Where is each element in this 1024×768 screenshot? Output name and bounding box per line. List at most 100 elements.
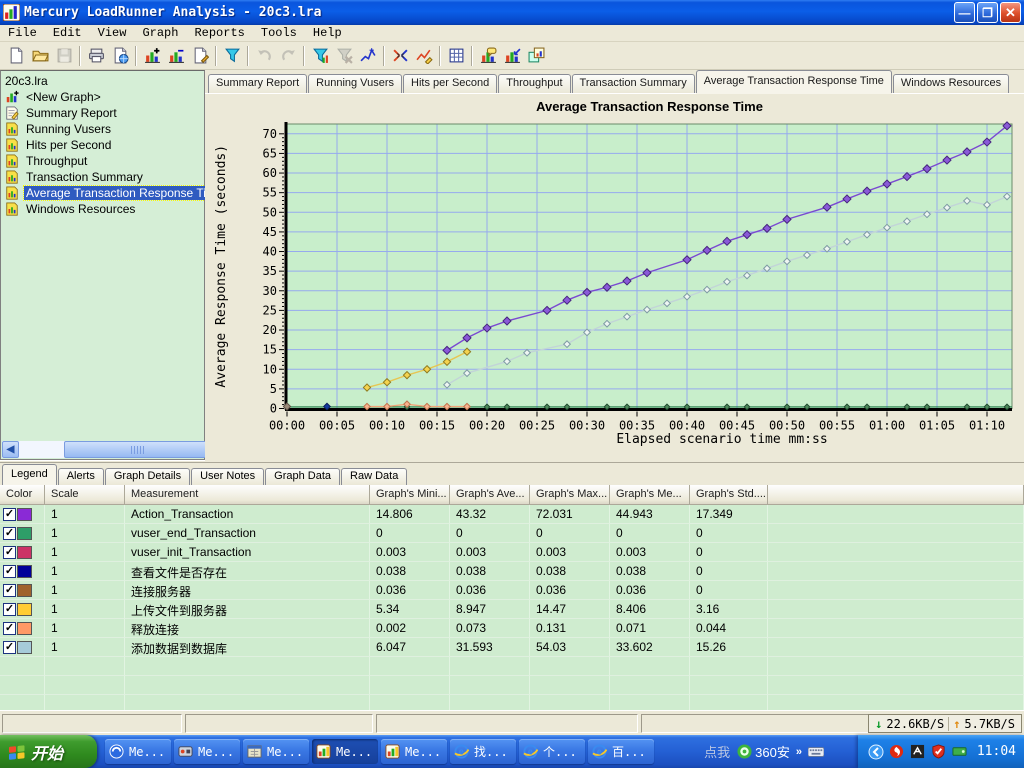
column-header-1[interactable]: Scale xyxy=(45,485,125,505)
legend-row-3[interactable]: ✓1查看文件是否存在0.0380.0380.0380.0380 xyxy=(0,562,1024,581)
empty-cell xyxy=(370,676,450,695)
menu-tools[interactable]: Tools xyxy=(253,25,305,41)
measurement-checkbox[interactable]: ✓ xyxy=(3,527,16,540)
legend-tab-raw-data[interactable]: Raw Data xyxy=(341,468,407,485)
taskbar-button-7[interactable]: e百... xyxy=(588,739,654,764)
legend-tab-legend[interactable]: Legend xyxy=(2,464,57,485)
tree-item-average-transaction-response-time[interactable]: Average Transaction Response Time xyxy=(3,185,204,201)
legend-tab-alerts[interactable]: Alerts xyxy=(58,468,104,485)
tree-item-hits-per-second[interactable]: Hits per Second xyxy=(3,137,204,153)
tree-item--new-graph-[interactable]: <New Graph> xyxy=(3,89,204,105)
start-button[interactable]: 开始 xyxy=(0,735,97,768)
taskbar-button-4[interactable]: Me... xyxy=(381,739,447,764)
column-header-5[interactable]: Graph's Max... xyxy=(530,485,610,505)
column-header-0[interactable]: Color xyxy=(0,485,45,505)
hide-icons-chevron-icon[interactable] xyxy=(868,744,884,760)
minimize-button[interactable]: — xyxy=(954,2,975,23)
measurement-checkbox[interactable]: ✓ xyxy=(3,565,16,578)
add-graph-icon[interactable] xyxy=(140,44,164,68)
measurement-checkbox[interactable]: ✓ xyxy=(3,622,16,635)
tree-root-session[interactable]: 20c3.lra xyxy=(3,73,204,89)
delete-graph-icon[interactable] xyxy=(164,44,188,68)
report-properties-icon[interactable] xyxy=(188,44,212,68)
360-safety-item[interactable]: 360安 xyxy=(736,742,790,761)
measurement-checkbox[interactable]: ✓ xyxy=(3,508,16,521)
measurement-checkbox[interactable]: ✓ xyxy=(3,584,16,597)
column-header-7[interactable]: Graph's Std.... xyxy=(690,485,768,505)
tree-item-summary-report[interactable]: Summary Report xyxy=(3,105,204,121)
analyze-icon[interactable] xyxy=(412,44,436,68)
legend-row-2[interactable]: ✓1vuser_init_Transaction0.0030.0030.0030… xyxy=(0,543,1024,562)
restore-button[interactable]: ❐ xyxy=(977,2,998,23)
taskbar-button-3[interactable]: Me... xyxy=(312,739,378,764)
tree-item-running-vusers[interactable]: Running Vusers xyxy=(3,121,204,137)
y-tick-label: 65 xyxy=(263,146,277,160)
tab-transaction-summary[interactable]: Transaction Summary xyxy=(572,74,695,93)
drive-tray-icon[interactable] xyxy=(952,744,968,760)
new-session-icon[interactable] xyxy=(4,44,28,68)
taskbar-clock[interactable]: 11:04 xyxy=(977,744,1016,759)
auto-correlate-icon[interactable] xyxy=(356,44,380,68)
taskbar-button-1[interactable]: Me... xyxy=(174,739,240,764)
legend-tab-graph-details[interactable]: Graph Details xyxy=(105,468,190,485)
import-data-icon[interactable] xyxy=(500,44,524,68)
legend-row-6[interactable]: ✓1释放连接0.0020.0730.1310.0710.044 xyxy=(0,619,1024,638)
menu-view[interactable]: View xyxy=(90,25,135,41)
security-shield-icon[interactable] xyxy=(931,744,947,760)
legend-tab-graph-data[interactable]: Graph Data xyxy=(265,468,340,485)
tree-horizontal-scrollbar[interactable]: ◀ ▶ xyxy=(2,441,203,458)
merge-graphs-icon[interactable] xyxy=(388,44,412,68)
measurement-checkbox[interactable]: ✓ xyxy=(3,603,16,616)
tab-average-transaction-response-time[interactable]: Average Transaction Response Time xyxy=(696,70,892,93)
legend-row-1[interactable]: ✓1vuser_end_Transaction00000 xyxy=(0,524,1024,543)
tab-running-vusers[interactable]: Running Vusers xyxy=(308,74,402,93)
menu-graph[interactable]: Graph xyxy=(134,25,186,41)
column-header-3[interactable]: Graph's Mini... xyxy=(370,485,450,505)
scrollbar-thumb[interactable] xyxy=(64,441,212,458)
taskbar-button-2[interactable]: Me... xyxy=(243,739,309,764)
ime-tray-icon[interactable] xyxy=(910,744,926,760)
set-filter-icon[interactable] xyxy=(220,44,244,68)
tree-item-windows-resources[interactable]: Windows Resources xyxy=(3,201,204,217)
column-header-2[interactable]: Measurement xyxy=(125,485,370,505)
print-icon[interactable] xyxy=(84,44,108,68)
add-comment-icon[interactable] xyxy=(476,44,500,68)
x-tick-label: 00:10 xyxy=(369,419,405,433)
keyboard-icon[interactable] xyxy=(808,744,824,760)
scroll-left-icon[interactable]: ◀ xyxy=(2,441,19,458)
measurement-checkbox[interactable]: ✓ xyxy=(3,546,16,559)
menu-help[interactable]: Help xyxy=(305,25,350,41)
measurement-checkbox[interactable]: ✓ xyxy=(3,641,16,654)
close-button[interactable]: ✕ xyxy=(1000,2,1021,23)
column-header-6[interactable]: Graph's Me... xyxy=(610,485,690,505)
column-header-4[interactable]: Graph's Ave... xyxy=(450,485,530,505)
tab-summary-report[interactable]: Summary Report xyxy=(208,74,307,93)
tab-throughput[interactable]: Throughput xyxy=(498,74,570,93)
cross-results-icon[interactable] xyxy=(524,44,548,68)
spreadsheet-icon[interactable] xyxy=(444,44,468,68)
menu-file[interactable]: File xyxy=(0,25,45,41)
tab-hits-per-second[interactable]: Hits per Second xyxy=(403,74,497,93)
graph-file-icon xyxy=(5,154,21,168)
tab-windows-resources[interactable]: Windows Resources xyxy=(893,74,1009,93)
scrollbar-track[interactable] xyxy=(19,441,186,458)
dianwo-label[interactable]: 点我 xyxy=(704,742,730,761)
taskbar-button-0[interactable]: Me... xyxy=(105,739,171,764)
tree-item-transaction-summary[interactable]: Transaction Summary xyxy=(3,169,204,185)
legend-row-7[interactable]: ✓1添加数据到数据库6.04731.59354.0333.60215.26 xyxy=(0,638,1024,657)
menu-edit[interactable]: Edit xyxy=(45,25,90,41)
legend-tab-user-notes[interactable]: User Notes xyxy=(191,468,264,485)
menu-reports[interactable]: Reports xyxy=(186,25,252,41)
tree-item-throughput[interactable]: Throughput xyxy=(3,153,204,169)
legend-row-4[interactable]: ✓1连接服务器0.0360.0360.0360.0360 xyxy=(0,581,1024,600)
taskbar-button-6[interactable]: e个... xyxy=(519,739,585,764)
global-filter-icon[interactable] xyxy=(308,44,332,68)
legend-row-5[interactable]: ✓1上传文件到服务器5.348.94714.478.4063.16 xyxy=(0,600,1024,619)
overflow-chevron-icon[interactable]: » xyxy=(796,746,802,758)
taskbar-button-5[interactable]: e找... xyxy=(450,739,516,764)
legend-row-0[interactable]: ✓1Action_Transaction14.80643.3272.03144.… xyxy=(0,505,1024,524)
html-report-icon[interactable] xyxy=(108,44,132,68)
thunder-tray-icon[interactable] xyxy=(889,744,905,760)
open-icon[interactable] xyxy=(28,44,52,68)
app-window: Mercury LoadRunner Analysis - 20c3.lra —… xyxy=(0,0,1024,768)
